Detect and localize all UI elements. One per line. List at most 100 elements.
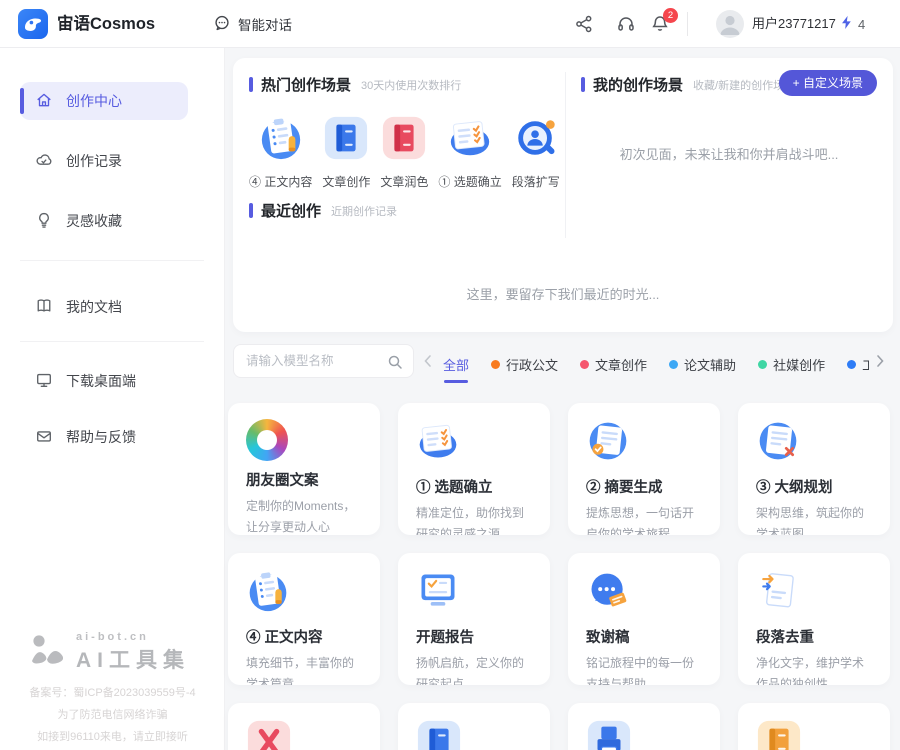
chat-tag-icon: [586, 600, 630, 617]
sidebar-item-creation-center[interactable]: 创作中心: [20, 82, 188, 120]
category-tabs: 全部 行政公文 文章创作 论文辅助 社媒创作 工作提: [443, 344, 869, 384]
hot-scene-label: ④ 正文内容: [249, 173, 312, 190]
card-desc: 扬帆启航，定义你的研究起点: [416, 653, 534, 685]
scenes-panel: 热门创作场景 30天内使用次数排行: [233, 58, 893, 332]
card-partial-2[interactable]: [398, 703, 550, 750]
sidebar-item-inspiration[interactable]: 灵感收藏: [20, 202, 188, 240]
hot-scene-topic-selection[interactable]: ① 选题确立: [438, 115, 501, 190]
category-dot: [491, 360, 500, 369]
clipboard-pencil-icon: [258, 115, 304, 164]
sidebar-item-label: 我的文档: [66, 297, 122, 317]
notice-line-2: 如接到96110来电，请立即接听: [0, 726, 225, 748]
notification-bell-icon[interactable]: 2: [650, 14, 670, 34]
card-proposal-report[interactable]: 开题报告 扬帆启航，定义你的研究起点: [398, 553, 550, 685]
sidebar-item-label: 下载桌面端: [66, 371, 136, 391]
hot-scene-article-creation[interactable]: 文章创作: [322, 115, 370, 190]
credits-value: 4: [858, 17, 865, 32]
card-desc: 填充细节，丰富你的学术篇章: [246, 653, 364, 685]
top-bar: 宙语Cosmos 智能对话: [0, 0, 900, 48]
card-abstract-generation[interactable]: ② 摘要生成 提炼思想，一句话开启你的学术旅程: [568, 403, 720, 535]
sidebar-item-creation-records[interactable]: 创作记录: [20, 142, 188, 180]
doc-badge-check-icon: [586, 450, 630, 467]
tab-label: 工作提: [862, 355, 869, 374]
hot-scene-article-polish[interactable]: 文章润色: [380, 115, 428, 190]
card-partial-4[interactable]: [738, 703, 890, 750]
tab-work-efficiency[interactable]: 工作提: [847, 355, 869, 374]
watermark-name: AI工具集: [76, 644, 190, 674]
watermark-logo: ai-bot.cn AI工具集: [28, 630, 190, 675]
app-window: 宙语Cosmos 智能对话: [0, 0, 900, 750]
recent-section: 最近创作 近期创作记录: [249, 200, 397, 221]
tab-all[interactable]: 全部: [443, 355, 469, 374]
card-partial-3[interactable]: [568, 703, 720, 750]
sidebar-divider: [20, 260, 204, 261]
sidebar-item-label: 创作中心: [66, 91, 122, 111]
doc-arrows-icon: [756, 600, 800, 617]
chat-bubble-icon: [213, 14, 231, 35]
share-icon[interactable]: [574, 14, 594, 34]
sidebar-item-label: 创作记录: [66, 151, 122, 171]
username-label[interactable]: 用户23771217: [752, 0, 836, 48]
icp-line: 备案号：蜀ICP备2023039559号-4: [0, 682, 225, 704]
card-desc: 精准定位，助你找到研究的灵感之源: [416, 503, 534, 535]
app-logo-icon[interactable]: [18, 9, 48, 39]
tabs-scroll-right-icon[interactable]: [873, 351, 887, 371]
tabs-scroll-left-icon[interactable]: [421, 351, 435, 371]
tab-article-creation[interactable]: 文章创作: [580, 355, 647, 374]
my-scenes-empty-text: 初次见面，未来让我和你并肩战斗吧...: [581, 144, 877, 163]
nav-smart-chat-label: 智能对话: [238, 14, 292, 34]
category-dot: [758, 360, 767, 369]
card-title: 朋友圈文案: [246, 469, 364, 490]
monitor-icon: [35, 371, 53, 392]
tab-label: 全部: [443, 355, 469, 374]
tab-label: 文章创作: [595, 355, 647, 374]
tab-social-media[interactable]: 社媒创作: [758, 355, 825, 374]
sidebar-item-help-feedback[interactable]: 帮助与反馈: [20, 418, 188, 456]
tab-thesis-assist[interactable]: 论文辅助: [669, 355, 736, 374]
recent-subtitle: 近期创作记录: [331, 203, 397, 219]
tab-official-documents[interactable]: 行政公文: [491, 355, 558, 374]
tab-label: 社媒创作: [773, 355, 825, 374]
hot-scene-paragraph-expand[interactable]: 段落扩写: [512, 115, 560, 190]
card-desc: 提炼思想，一句话开启你的学术旅程: [586, 503, 704, 535]
card-title: 开题报告: [416, 626, 534, 647]
clipboard-pencil-icon: [246, 600, 290, 617]
watermark-site: ai-bot.cn: [76, 631, 190, 643]
card-desc: 定制你的Moments，让分享更动人心: [246, 496, 364, 535]
card-moments-copy[interactable]: 朋友圈文案 定制你的Moments，让分享更动人心: [228, 403, 380, 535]
ai-tools-logo-icon: [28, 630, 68, 675]
credits-counter[interactable]: 4: [840, 0, 865, 48]
section-accent-bar: [249, 77, 253, 92]
card-outline-planning[interactable]: ③ 大纲规划 架构思维，筑起你的学术蓝图: [738, 403, 890, 535]
sidebar: 创作中心 创作记录 灵感收藏: [0, 48, 225, 750]
card-acknowledgement[interactable]: 致谢稿 铭记旅程中的每一份支持与帮助: [568, 553, 720, 685]
search-icon[interactable]: [387, 354, 403, 370]
doc-x-mark-icon: [756, 450, 800, 467]
sidebar-item-my-documents[interactable]: 我的文档: [20, 288, 188, 326]
model-card-grid: 朋友圈文案 定制你的Moments，让分享更动人心: [228, 403, 890, 750]
sidebar-item-label: 帮助与反馈: [66, 427, 136, 447]
section-accent-bar: [249, 203, 253, 218]
sidebar-footer: 备案号：蜀ICP备2023039559号-4 为了防范电信网络诈骗 如接到961…: [0, 682, 225, 748]
user-avatar[interactable]: [716, 10, 744, 38]
card-partial-1[interactable]: [228, 703, 380, 750]
tab-label: 行政公文: [506, 355, 558, 374]
home-icon: [35, 91, 53, 112]
nav-smart-chat[interactable]: 智能对话: [213, 0, 292, 48]
my-scenes-title: 我的创作场景: [593, 74, 683, 95]
card-body-content[interactable]: ④ 正文内容 填充细节，丰富你的学术篇章: [228, 553, 380, 685]
card-paragraph-dedup[interactable]: 段落去重 净化文字，维护学术作品的独创性: [738, 553, 890, 685]
hot-scene-body-content[interactable]: ④ 正文内容: [249, 115, 312, 190]
card-topic-selection[interactable]: ① 选题确立 精准定位，助你找到研究的灵感之源: [398, 403, 550, 535]
custom-scene-button[interactable]: + 自定义场景: [779, 70, 877, 96]
hot-scenes-title: 热门创作场景: [261, 74, 351, 95]
card-desc: 铭记旅程中的每一份支持与帮助: [586, 653, 704, 685]
color-wheel-icon: [246, 419, 288, 461]
sidebar-item-download-desktop[interactable]: 下载桌面端: [20, 362, 188, 400]
hot-scene-label: ① 选题确立: [438, 173, 501, 190]
category-dot: [580, 360, 589, 369]
panel-divider: [565, 72, 566, 238]
headset-icon[interactable]: [616, 14, 636, 34]
notification-badge: 2: [663, 8, 678, 23]
report-check-icon: [416, 600, 460, 617]
